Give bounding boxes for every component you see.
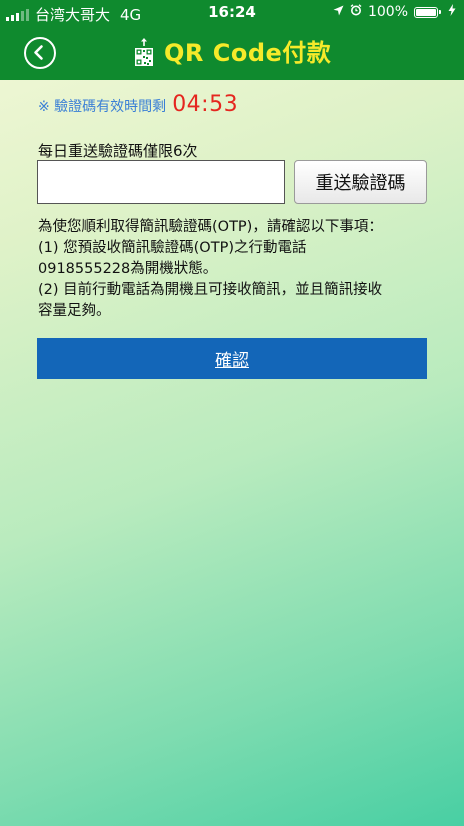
app-header: QR Code付款 [0,26,464,80]
location-icon [333,4,344,20]
notice-line: (1) 您預設收簡訊驗證碼(OTP)之行動電話 [38,240,307,256]
confirm-button[interactable]: 確認 [37,338,427,379]
status-bar: 台湾大哥大 4G 16:24 100% [0,0,464,26]
resend-otp-button[interactable]: 重送驗證碼 [294,160,427,204]
timer-value: 04:53 [172,92,239,117]
otp-notice: 為使您順利取得簡訊驗證碼(OTP)，請確認以下事項： (1) 您預設收簡訊驗證碼… [38,217,438,322]
back-button[interactable] [24,37,56,69]
notice-line: 0918555228為開機狀態。 [38,261,218,277]
back-icon [34,45,43,60]
alarm-icon [350,4,362,20]
notice-line: 為使您順利取得簡訊驗證碼(OTP)，請確認以下事項： [38,219,383,235]
otp-input[interactable] [37,160,285,204]
status-right: 100% [333,4,456,20]
notice-line: 容量足夠。 [38,303,111,319]
page-title: QR Code付款 [164,39,332,67]
battery-icon [414,6,441,18]
header-title-group: QR Code付款 [134,38,331,68]
charging-icon [448,4,456,20]
notice-line: (2) 目前行動電話為開機且可接收簡訊，並且簡訊接收 [38,282,383,298]
battery-percent: 100% [367,4,408,20]
qr-code-icon [134,38,154,68]
resend-limit-label: 每日重送驗證碼僅限6次 [38,142,198,160]
timer-label: ※ 驗證碼有效時間剩 [38,99,167,115]
otp-timer: ※ 驗證碼有效時間剩 04:53 [38,92,238,117]
